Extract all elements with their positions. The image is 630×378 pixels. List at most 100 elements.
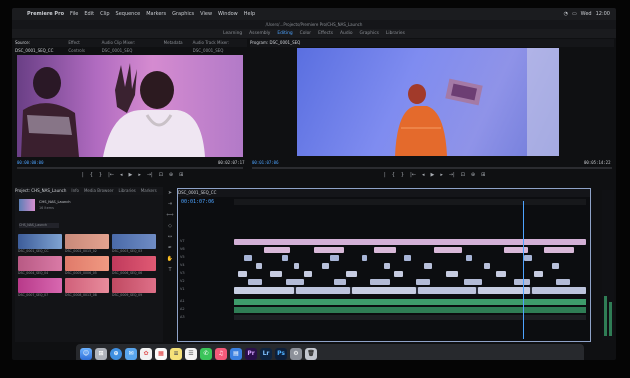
track-v7[interactable] [234, 239, 586, 245]
settings-icon[interactable]: ⚙ [290, 348, 302, 360]
export-frame-icon[interactable]: ⊞ [179, 172, 183, 178]
program-mark-in-icon[interactable]: | [384, 172, 386, 178]
track-a2[interactable] [234, 307, 586, 313]
selection-tool-icon[interactable]: ➤ [168, 190, 172, 196]
mark-out-icon[interactable]: { [90, 172, 93, 178]
track-clip[interactable] [362, 255, 367, 261]
track-clip[interactable] [370, 279, 390, 285]
timeline-panel[interactable]: DSC_0001_SEQ_CC 00:01:07:06 V7 V6 V5 V4 … [177, 188, 591, 342]
track-header-a3[interactable]: A3 [180, 315, 232, 319]
track-header-v6[interactable]: V6 [180, 247, 232, 251]
lift-icon[interactable]: ⊡ [461, 172, 465, 178]
track-header-a2[interactable]: A2 [180, 307, 232, 311]
track-clip[interactable] [304, 271, 312, 277]
program-go-to-out-icon[interactable]: →| [449, 172, 455, 178]
program-scrub-bar[interactable] [252, 167, 612, 169]
project-item[interactable]: DSC_0001_SEQ_CC [18, 234, 62, 254]
track-clip[interactable] [282, 255, 288, 261]
track-header-v4[interactable]: V4 [180, 263, 232, 267]
track-clip[interactable] [286, 279, 304, 285]
tab-program[interactable]: Program: DSC_0001_SEQ [250, 39, 300, 47]
track-clip[interactable] [544, 247, 574, 253]
project-item[interactable]: DSC_0007_SEQ_07 [18, 278, 62, 298]
track-header-v2[interactable]: V2 [180, 279, 232, 283]
step-back-icon[interactable]: ◂ [120, 172, 123, 178]
track-clip[interactable] [314, 247, 344, 253]
track-v6[interactable] [234, 247, 586, 253]
program-step-back-icon[interactable]: ◂ [422, 172, 425, 178]
menu-markers[interactable]: Markers [143, 11, 169, 17]
timeline-ruler[interactable] [234, 199, 586, 205]
source-video-frame[interactable] [17, 55, 243, 157]
program-go-to-in-icon[interactable]: |← [410, 172, 416, 178]
tab-project[interactable]: Project: CHS_NAS_Launch [15, 187, 66, 195]
go-to-in-icon[interactable]: |← [108, 172, 114, 178]
track-clip[interactable] [384, 263, 390, 269]
track-clip[interactable] [322, 263, 329, 269]
track-clip[interactable] [294, 263, 299, 269]
track-clip[interactable] [330, 255, 339, 261]
project-item[interactable]: DSC_0005_0006_05 [65, 256, 109, 276]
track-header-v7[interactable]: V7 [180, 239, 232, 243]
menu-sequence[interactable]: Sequence [113, 11, 144, 17]
track-clip[interactable] [534, 271, 543, 277]
launchpad-icon[interactable]: ⊞ [95, 348, 107, 360]
track-clip[interactable] [416, 279, 430, 285]
menu-view[interactable]: View [197, 11, 215, 17]
project-item[interactable]: DSC_0006_SEQ_06 [112, 256, 156, 276]
tab-audio-track-mixer[interactable]: Audio Track Mixer: DSC_0001_SEQ [193, 39, 247, 53]
track-clip[interactable] [334, 279, 346, 285]
workspace-effects[interactable]: Effects [318, 29, 333, 38]
program-export-frame-icon[interactable]: ⊞ [481, 172, 485, 178]
overwrite-icon[interactable]: ⊕ [169, 172, 173, 178]
project-item[interactable]: DSC_0009_SEQ_09 [112, 278, 156, 298]
tab-media-browser[interactable]: Media Browser [84, 187, 114, 195]
track-clip[interactable] [418, 287, 476, 294]
track-clip[interactable] [264, 247, 290, 253]
track-clip[interactable] [434, 247, 462, 253]
tab-markers[interactable]: Markers [141, 187, 157, 195]
lightroom-icon[interactable]: Lr [260, 348, 272, 360]
track-v4[interactable] [234, 263, 586, 269]
tab-metadata[interactable]: Metadata [164, 39, 183, 47]
track-v2[interactable] [234, 279, 586, 285]
track-clip[interactable] [524, 255, 532, 261]
tab-sequence[interactable]: DSC_0001_SEQ_CC [178, 189, 216, 197]
hand-tool-icon[interactable]: ✋ [167, 256, 173, 262]
track-clip[interactable] [374, 247, 396, 253]
track-header-v5[interactable]: V5 [180, 255, 232, 259]
track-v1[interactable] [234, 287, 586, 294]
program-clear-icon[interactable]: } [401, 172, 404, 178]
track-a1[interactable] [234, 299, 586, 305]
ripple-edit-tool-icon[interactable]: ⟺ [166, 212, 173, 218]
source-timecode-in[interactable]: 00:00:00:00 [17, 160, 44, 165]
workspace-learning[interactable]: Learning [223, 29, 242, 38]
track-select-tool-icon[interactable]: ⇥ [168, 201, 172, 207]
track-clip[interactable] [270, 271, 282, 277]
track-clip[interactable] [234, 287, 294, 294]
menu-graphics[interactable]: Graphics [169, 11, 197, 17]
project-item[interactable]: DSC_0003_SEQ_03 [112, 234, 156, 254]
program-play-icon[interactable]: ▶ [430, 172, 434, 178]
program-timecode-in[interactable]: 00:01:07:06 [252, 160, 279, 165]
project-item[interactable]: DSC_0004_SEQ_04 [18, 256, 62, 276]
track-clip[interactable] [532, 287, 586, 294]
tab-info[interactable]: Info [71, 187, 79, 195]
slip-tool-icon[interactable]: ↔ [168, 234, 172, 240]
track-clip[interactable] [248, 279, 262, 285]
workspace-audio[interactable]: Audio [340, 29, 352, 38]
track-a3[interactable] [234, 315, 586, 320]
wifi-icon[interactable]: ◔ [564, 11, 568, 17]
go-to-out-icon[interactable]: →| [147, 172, 153, 178]
premiere-icon[interactable]: Pr [245, 348, 257, 360]
track-clip[interactable] [484, 263, 490, 269]
mail-icon[interactable]: ✉ [125, 348, 137, 360]
track-clip[interactable] [296, 287, 350, 294]
type-tool-icon[interactable]: T [168, 267, 171, 273]
safari-icon[interactable]: ⊕ [110, 348, 122, 360]
track-clip[interactable] [504, 247, 528, 253]
workspace-graphics[interactable]: Graphics [360, 29, 379, 38]
photos-icon[interactable]: ✿ [140, 348, 152, 360]
track-clip[interactable] [346, 271, 357, 277]
track-header-v3[interactable]: V3 [180, 271, 232, 275]
